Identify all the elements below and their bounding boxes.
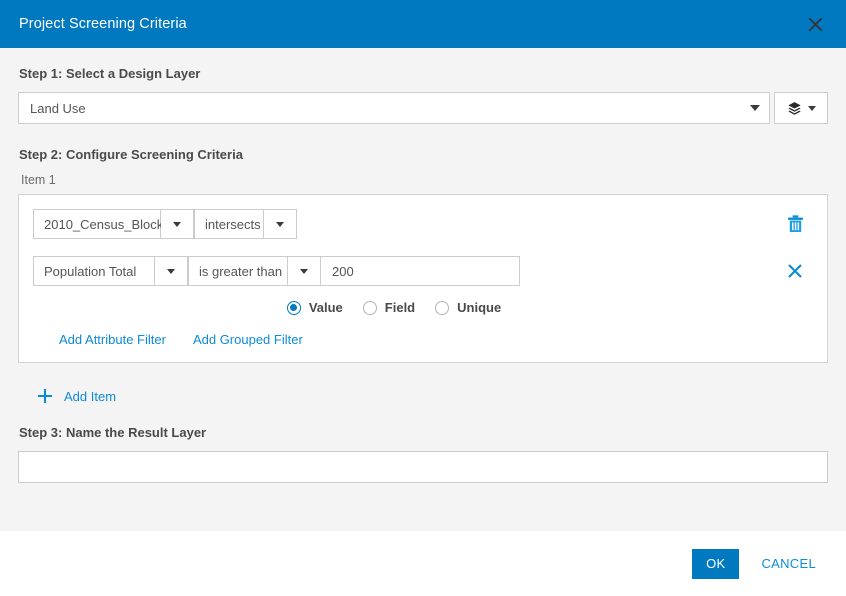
chevron-down-icon	[300, 268, 308, 274]
radio-unique-label: Unique	[457, 300, 502, 315]
filter-field-select[interactable]: Population Total	[33, 256, 155, 286]
radio-field-circle	[362, 300, 377, 315]
attribute-filter-row: Population Total is greater than 200	[33, 256, 813, 286]
radio-field-label: Field	[384, 300, 416, 315]
step1-label: Step 1: Select a Design Layer	[19, 66, 201, 81]
dialog-body: Step 1: Select a Design Layer Land Use S…	[0, 48, 846, 531]
close-dialog-button[interactable]	[800, 9, 830, 39]
chevron-down-icon	[173, 221, 181, 227]
filter-value-input[interactable]: 200	[321, 256, 520, 286]
design-layer-value: Land Use	[30, 100, 86, 116]
layers-list-button[interactable]	[774, 92, 828, 124]
spatial-relationship-select-arrow[interactable]	[264, 209, 297, 239]
radio-unique[interactable]: Unique	[435, 300, 501, 315]
filter-operator-select[interactable]: is greater than	[188, 256, 288, 286]
design-layer-row: Land Use	[18, 92, 828, 124]
radio-value[interactable]: Value	[286, 300, 343, 315]
criteria-row: 2010_Census_Blocks intersects	[33, 209, 813, 239]
step3-label: Step 3: Name the Result Layer	[19, 425, 207, 440]
add-attribute-filter-link[interactable]: Add Attribute Filter	[59, 332, 166, 347]
add-item-label: Add Item	[64, 388, 117, 404]
attribute-filter-controls: Population Total is greater than 200	[33, 256, 520, 286]
trash-icon	[787, 215, 803, 232]
add-grouped-filter-link[interactable]: Add Grouped Filter	[193, 332, 303, 347]
dialog-title: Project Screening Criteria	[19, 16, 187, 32]
radio-value-circle	[286, 300, 301, 315]
radio-field[interactable]: Field	[362, 300, 416, 315]
item-caption: Item 1	[21, 173, 56, 187]
plus-icon	[38, 389, 52, 403]
result-layer-name-input[interactable]	[18, 451, 828, 483]
chevron-down-icon	[807, 105, 816, 111]
radio-unique-circle	[435, 300, 450, 315]
chevron-down-icon	[167, 268, 175, 274]
dialog-titlebar: Project Screening Criteria	[0, 0, 846, 48]
spatial-relationship-select[interactable]: intersects	[194, 209, 264, 239]
criteria-item-panel: 2010_Census_Blocks intersects Population…	[18, 194, 828, 363]
add-item-button[interactable]: Add Item	[37, 388, 116, 404]
close-icon	[808, 17, 822, 31]
criteria-layer-select-arrow[interactable]	[161, 209, 194, 239]
close-icon	[788, 264, 802, 278]
remove-filter-button[interactable]	[783, 259, 807, 283]
layers-icon	[787, 101, 801, 115]
dialog-footer: OK CANCEL	[0, 531, 846, 596]
ok-button[interactable]: OK	[692, 548, 740, 579]
filter-value-type-radios: Value Field Unique	[33, 300, 813, 315]
filter-links-row: Add Attribute Filter Add Grouped Filter	[33, 315, 813, 362]
step2-label: Step 2: Configure Screening Criteria	[19, 147, 243, 162]
project-screening-criteria-dialog: Project Screening Criteria Step 1: Selec…	[0, 0, 846, 596]
criteria-layer-select[interactable]: 2010_Census_Blocks	[33, 209, 170, 239]
radio-value-label: Value	[308, 300, 343, 315]
filter-field-select-arrow[interactable]	[155, 256, 188, 286]
criteria-selects: 2010_Census_Blocks intersects	[33, 209, 297, 239]
chevron-down-icon	[750, 105, 760, 111]
design-layer-select[interactable]: Land Use	[18, 92, 770, 124]
chevron-down-icon	[276, 221, 284, 227]
cancel-button[interactable]: CANCEL	[761, 556, 816, 571]
delete-item-button[interactable]	[783, 212, 807, 236]
filter-operator-select-arrow[interactable]	[288, 256, 321, 286]
